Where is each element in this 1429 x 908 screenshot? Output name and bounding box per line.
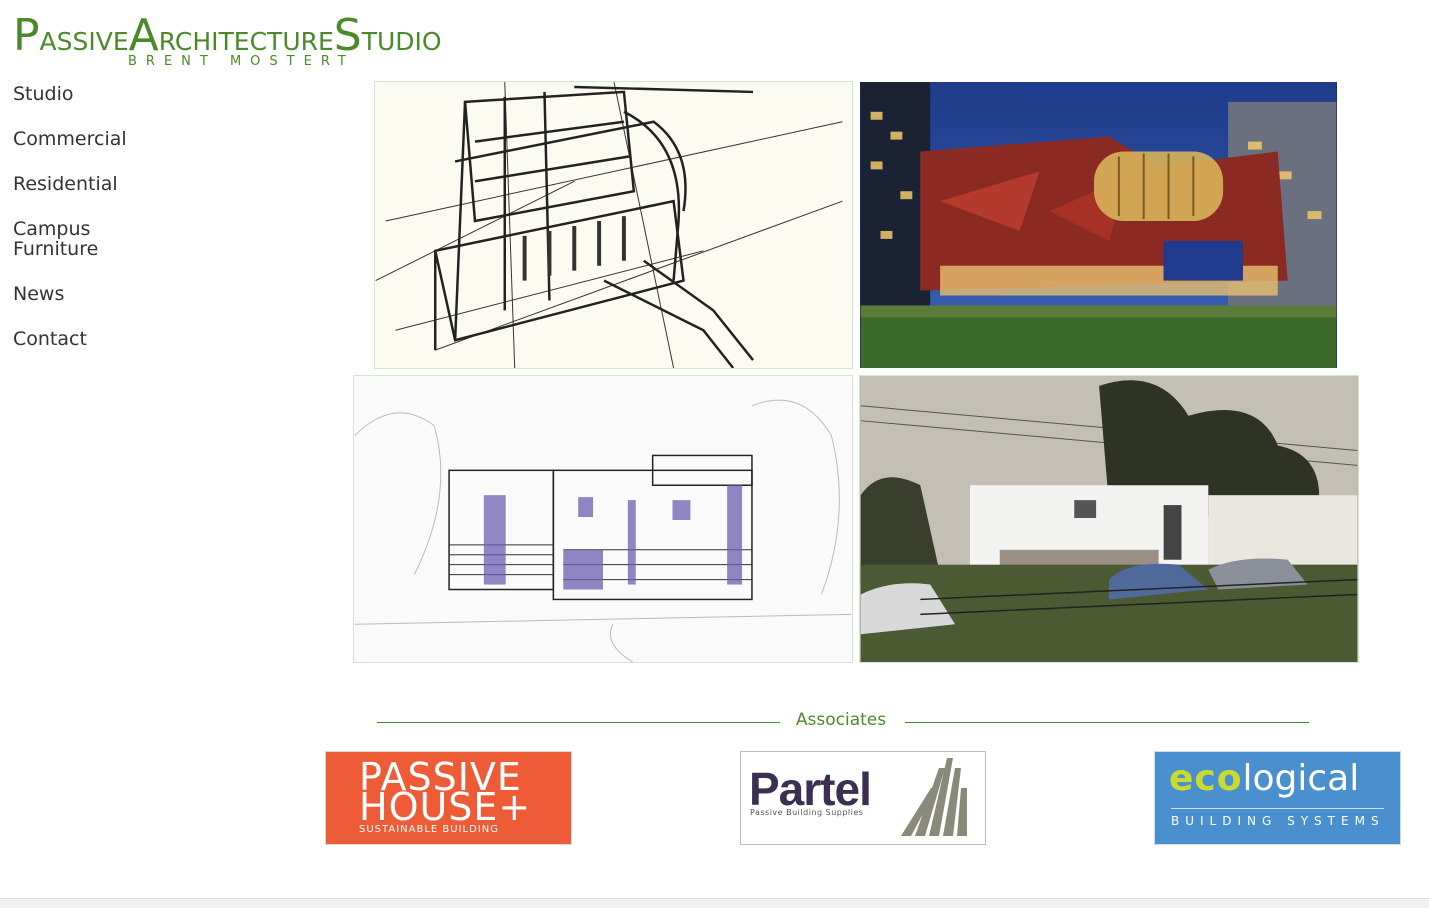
passive-house-tagline: SUSTAINABLE BUILDING (359, 824, 499, 835)
ecological-tagline: BUILDING SYSTEMS (1171, 814, 1385, 828)
associates-rule-left (377, 722, 780, 723)
partel-logo[interactable]: Partel Passive Building Supplies (740, 751, 986, 845)
partel-tagline: Passive Building Supplies (750, 808, 864, 817)
associates-rule-right (905, 722, 1309, 723)
nav-news[interactable]: News (13, 284, 64, 304)
gallery-tile-commercial-sketch[interactable] (374, 81, 853, 369)
nav-furniture[interactable]: Furniture (13, 239, 98, 259)
gallery-tile-residential-photo[interactable] (859, 375, 1359, 663)
partel-mark-icon (901, 758, 967, 836)
associates-heading: Associates (795, 710, 887, 730)
residential-sketch-image (354, 399, 852, 662)
commercial-photo-image (860, 82, 1337, 368)
gallery-tile-residential-sketch[interactable] (353, 375, 853, 663)
nav-residential[interactable]: Residential (13, 174, 118, 194)
nav-commercial[interactable]: Commercial (13, 129, 127, 149)
site-logo[interactable]: PASSIVEARCHITECTURESTUDIO BRENT MOSTERT (13, 8, 483, 69)
nav-contact[interactable]: Contact (13, 329, 87, 349)
ecological-wordmark: ecological (1169, 758, 1360, 799)
nav-campus[interactable]: Campus (13, 219, 90, 239)
logo-subtitle: BRENT MOSTERT (128, 54, 355, 69)
passive-house-logo[interactable]: PASSIVE HOUSE+ SUSTAINABLE BUILDING (325, 751, 572, 845)
gallery-tile-commercial-photo[interactable] (859, 81, 1338, 369)
commercial-sketch-image (375, 82, 843, 368)
nav-studio[interactable]: Studio (13, 84, 74, 104)
residential-photo-image (860, 376, 1358, 662)
passive-house-line2: HOUSE+ (359, 785, 532, 829)
ecological-logo[interactable]: ecological BUILDING SYSTEMS (1154, 751, 1401, 845)
ecological-divider (1171, 808, 1384, 809)
